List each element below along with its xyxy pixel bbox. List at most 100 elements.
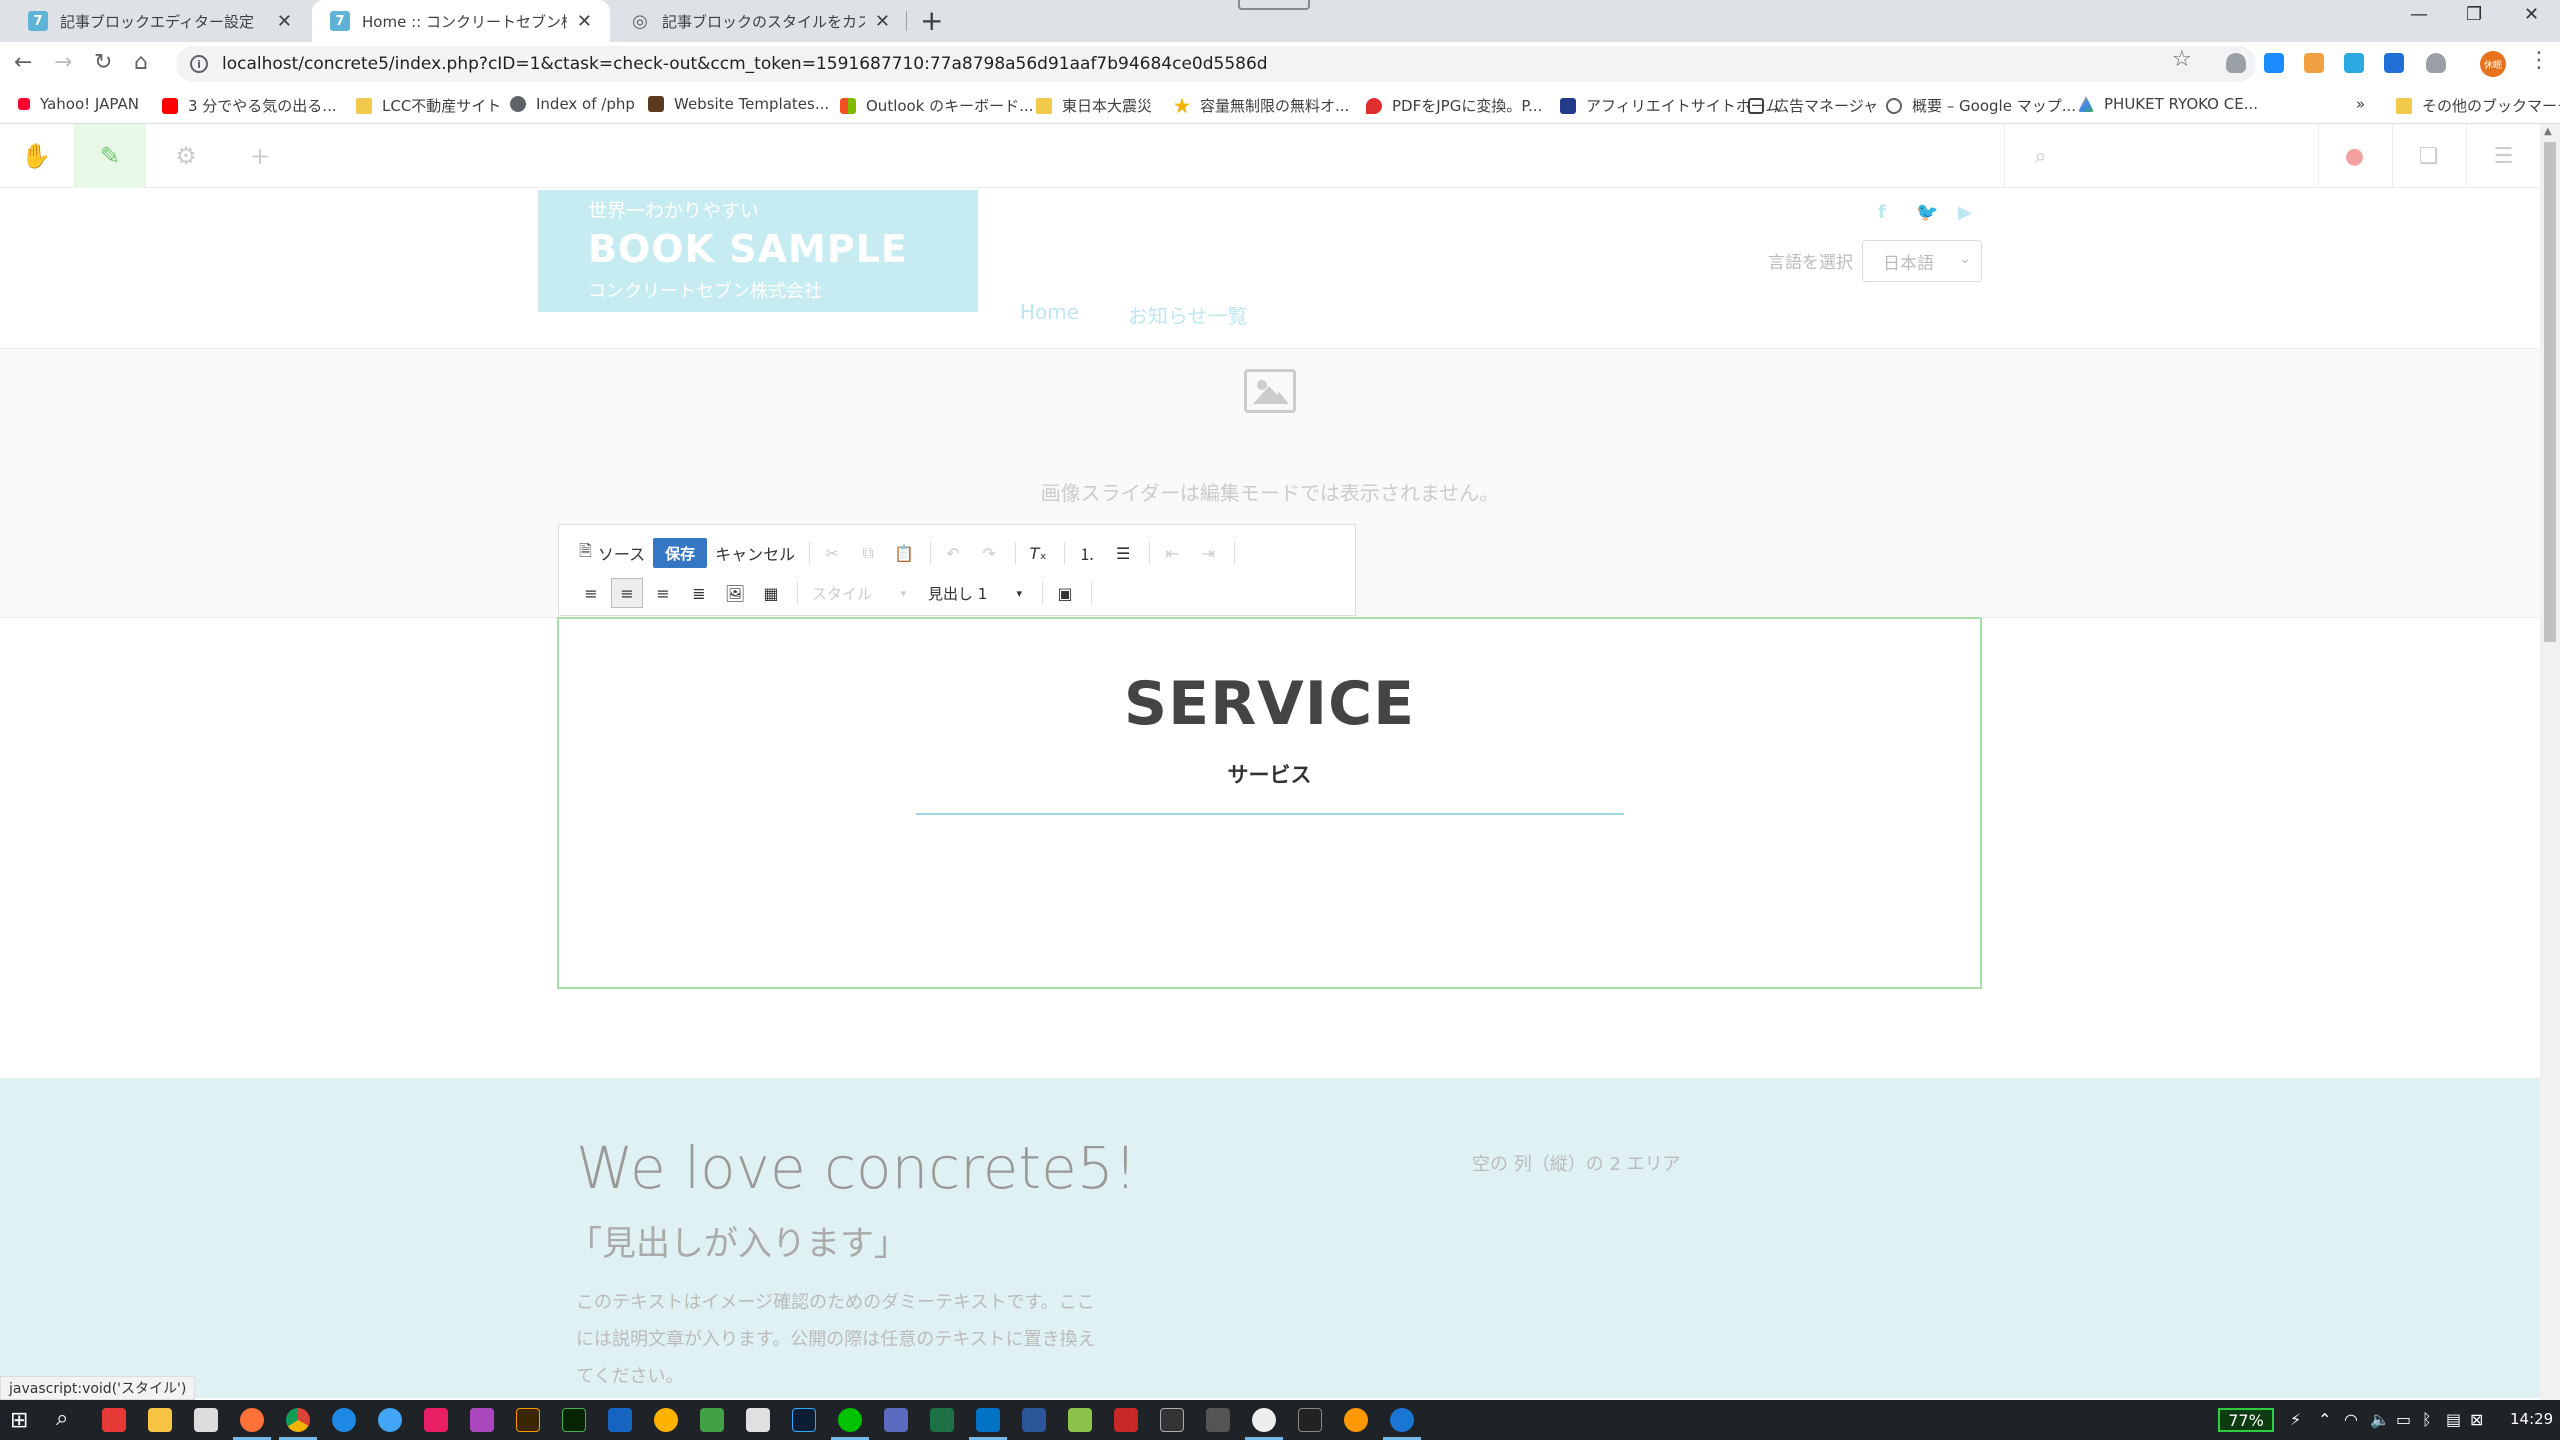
show-blocks-icon[interactable]: ▣ bbox=[1049, 578, 1081, 608]
close-icon[interactable]: ✕ bbox=[577, 11, 592, 32]
bookmark-phuket[interactable]: PHUKET RYOKO CE... bbox=[2078, 95, 2258, 113]
keyboard-icon[interactable]: ▭ bbox=[2396, 1410, 2411, 1429]
sitemap-icon[interactable]: ❏ bbox=[2392, 124, 2464, 188]
volume-icon[interactable]: 🔈 bbox=[2370, 1410, 2390, 1429]
app-icon[interactable] bbox=[654, 1408, 678, 1432]
address-bar[interactable]: i localhost/concrete5/index.php?cID=1&ct… bbox=[176, 46, 2256, 82]
app-icon[interactable] bbox=[424, 1408, 448, 1432]
wifi-icon[interactable]: ◠ bbox=[2344, 1410, 2358, 1429]
app-icon[interactable] bbox=[1068, 1408, 1092, 1432]
scroll-up-icon[interactable]: ▲ bbox=[2544, 126, 2552, 137]
app-icon[interactable] bbox=[1206, 1408, 1230, 1432]
copy-icon[interactable]: ⧉ bbox=[852, 538, 884, 568]
site-logo[interactable]: 世界一わかりやすい BOOK SAMPLE コンクリートセブン株式会社 bbox=[538, 190, 978, 312]
site-info-icon[interactable]: i bbox=[190, 55, 208, 73]
photos-icon[interactable] bbox=[700, 1408, 724, 1432]
zip-extension-icon[interactable] bbox=[2384, 53, 2404, 73]
back-arrow-icon[interactable]: ← bbox=[14, 50, 32, 75]
ie-icon[interactable] bbox=[378, 1408, 402, 1432]
bookmark-ads[interactable]: 広告マネージャ bbox=[1748, 95, 1878, 116]
network-icon[interactable]: ▤ bbox=[2446, 1410, 2461, 1429]
word-icon[interactable] bbox=[1022, 1408, 1046, 1432]
language-select[interactable]: 日本語 ⌄ bbox=[1862, 240, 1982, 282]
align-left-icon[interactable]: ≡ bbox=[575, 578, 607, 608]
bookmark-lcc[interactable]: LCC不動産サイト bbox=[356, 95, 501, 116]
windows-start-icon[interactable]: ⊞ bbox=[10, 1408, 28, 1433]
save-button[interactable]: 保存 bbox=[653, 538, 708, 568]
power-plug-icon[interactable]: ⚡ bbox=[2290, 1410, 2301, 1429]
download-extension-icon[interactable] bbox=[2264, 53, 2284, 73]
privacy-extension-icon[interactable] bbox=[2426, 53, 2446, 73]
outlook-icon[interactable] bbox=[976, 1408, 1000, 1432]
align-justify-icon[interactable]: ≣ bbox=[683, 578, 715, 608]
close-icon[interactable]: ✕ bbox=[277, 11, 292, 32]
format-combo[interactable]: 見出し 1 ▾ bbox=[920, 578, 1030, 608]
nav-news[interactable]: お知らせ一覧 bbox=[1128, 300, 1248, 329]
service-heading[interactable]: SERVICE bbox=[559, 669, 1980, 739]
excel-icon[interactable] bbox=[930, 1408, 954, 1432]
chrome-icon[interactable] bbox=[286, 1408, 310, 1432]
bookmark-earthquake[interactable]: 東日本大震災 bbox=[1036, 95, 1152, 116]
close-window-icon[interactable]: ✕ bbox=[2524, 4, 2539, 25]
home-icon[interactable]: ⌂ bbox=[134, 50, 148, 75]
image-extension-icon[interactable] bbox=[2304, 53, 2324, 73]
restore-icon[interactable]: ❐ bbox=[2466, 4, 2482, 25]
content-editor[interactable]: SERVICE サービス bbox=[557, 617, 1982, 989]
youtube-icon[interactable]: ▶ bbox=[1958, 202, 1972, 223]
app-icon[interactable] bbox=[1344, 1408, 1368, 1432]
app-icon[interactable] bbox=[1114, 1408, 1138, 1432]
line-icon[interactable] bbox=[838, 1408, 862, 1432]
chevron-up-icon[interactable]: ⌃ bbox=[2318, 1410, 2331, 1429]
redo-icon[interactable]: ↷ bbox=[973, 538, 1005, 568]
file-explorer-icon[interactable] bbox=[148, 1408, 172, 1432]
bookmark-youtube[interactable]: 3 分でやる気の出る... bbox=[162, 95, 337, 116]
tab-editor-settings[interactable]: 7 記事ブロックエディター設定 ✕ bbox=[10, 0, 310, 42]
nav-home[interactable]: Home bbox=[1020, 300, 1079, 324]
profile-avatar[interactable]: 休眠 bbox=[2480, 51, 2506, 77]
bookmark-storage[interactable]: 容量無制限の無料オ... bbox=[1174, 95, 1349, 116]
remove-format-icon[interactable]: Tₓ bbox=[1022, 538, 1054, 568]
facebook-icon[interactable]: f bbox=[1878, 202, 1886, 223]
bluetooth-icon[interactable] bbox=[1390, 1408, 1414, 1432]
service-subheading[interactable]: サービス bbox=[559, 759, 1980, 789]
reload-icon[interactable]: ↻ bbox=[94, 50, 112, 75]
source-button[interactable]: 🗎 ソース bbox=[575, 538, 649, 568]
bookmarks-overflow-icon[interactable]: » bbox=[2356, 95, 2365, 113]
store-icon[interactable] bbox=[194, 1408, 218, 1432]
tab-search-handle[interactable] bbox=[1238, 0, 1310, 10]
photoshop-icon[interactable] bbox=[792, 1408, 816, 1432]
concrete5-logo-icon[interactable]: ✋ bbox=[0, 124, 72, 188]
more-menu-icon[interactable]: ⋮ bbox=[2528, 48, 2550, 73]
bulleted-list-icon[interactable]: ☰ bbox=[1107, 538, 1139, 568]
bluetooth-tray-icon[interactable]: ᛒ bbox=[2422, 1410, 2432, 1429]
tab-customize-style[interactable]: ◎ 記事ブロックのスタイルをカスタマイズ.. ✕ bbox=[612, 0, 908, 42]
search-icon[interactable]: ⌕ bbox=[56, 1406, 68, 1431]
shield-extension-icon[interactable] bbox=[2226, 53, 2246, 73]
edit-pencil-icon[interactable]: ✎ bbox=[74, 124, 146, 188]
style-combo[interactable]: スタイル ▾ bbox=[804, 578, 914, 608]
settings-gear-icon[interactable]: ⚙ bbox=[150, 124, 222, 188]
app-icon[interactable] bbox=[746, 1408, 770, 1432]
bookmark-templates[interactable]: Website Templates... bbox=[648, 95, 829, 113]
bookmark-other[interactable]: その他のブックマーク bbox=[2396, 95, 2560, 116]
dashboard-sliders-icon[interactable]: ☰ bbox=[2466, 124, 2540, 188]
undo-icon[interactable]: ↶ bbox=[937, 538, 969, 568]
app-icon[interactable] bbox=[884, 1408, 908, 1432]
align-center-icon[interactable]: ≡ bbox=[611, 578, 643, 608]
add-plus-icon[interactable]: + bbox=[224, 124, 296, 188]
terminal-icon[interactable] bbox=[1298, 1408, 1322, 1432]
new-tab-plus-icon[interactable]: + bbox=[920, 4, 943, 37]
paste-icon[interactable]: 📋 bbox=[888, 538, 920, 568]
app-icon[interactable] bbox=[102, 1408, 126, 1432]
scrollbar-thumb[interactable] bbox=[2544, 142, 2556, 642]
bookmark-php[interactable]: Index of /php bbox=[510, 95, 635, 113]
twitter-icon[interactable]: 🐦 bbox=[1916, 202, 1938, 223]
dreamweaver-icon[interactable] bbox=[562, 1408, 586, 1432]
bookmark-pdf[interactable]: PDFをJPGに変換。P... bbox=[1366, 95, 1542, 116]
bookmark-outlook[interactable]: Outlook のキーボード... bbox=[840, 95, 1033, 116]
cut-icon[interactable]: ✂ bbox=[816, 538, 848, 568]
forward-arrow-icon[interactable]: → bbox=[54, 50, 72, 75]
illustrator-icon[interactable] bbox=[516, 1408, 540, 1432]
minimize-icon[interactable]: — bbox=[2410, 4, 2428, 25]
unsaved-dot-icon[interactable]: ● bbox=[2318, 124, 2390, 188]
